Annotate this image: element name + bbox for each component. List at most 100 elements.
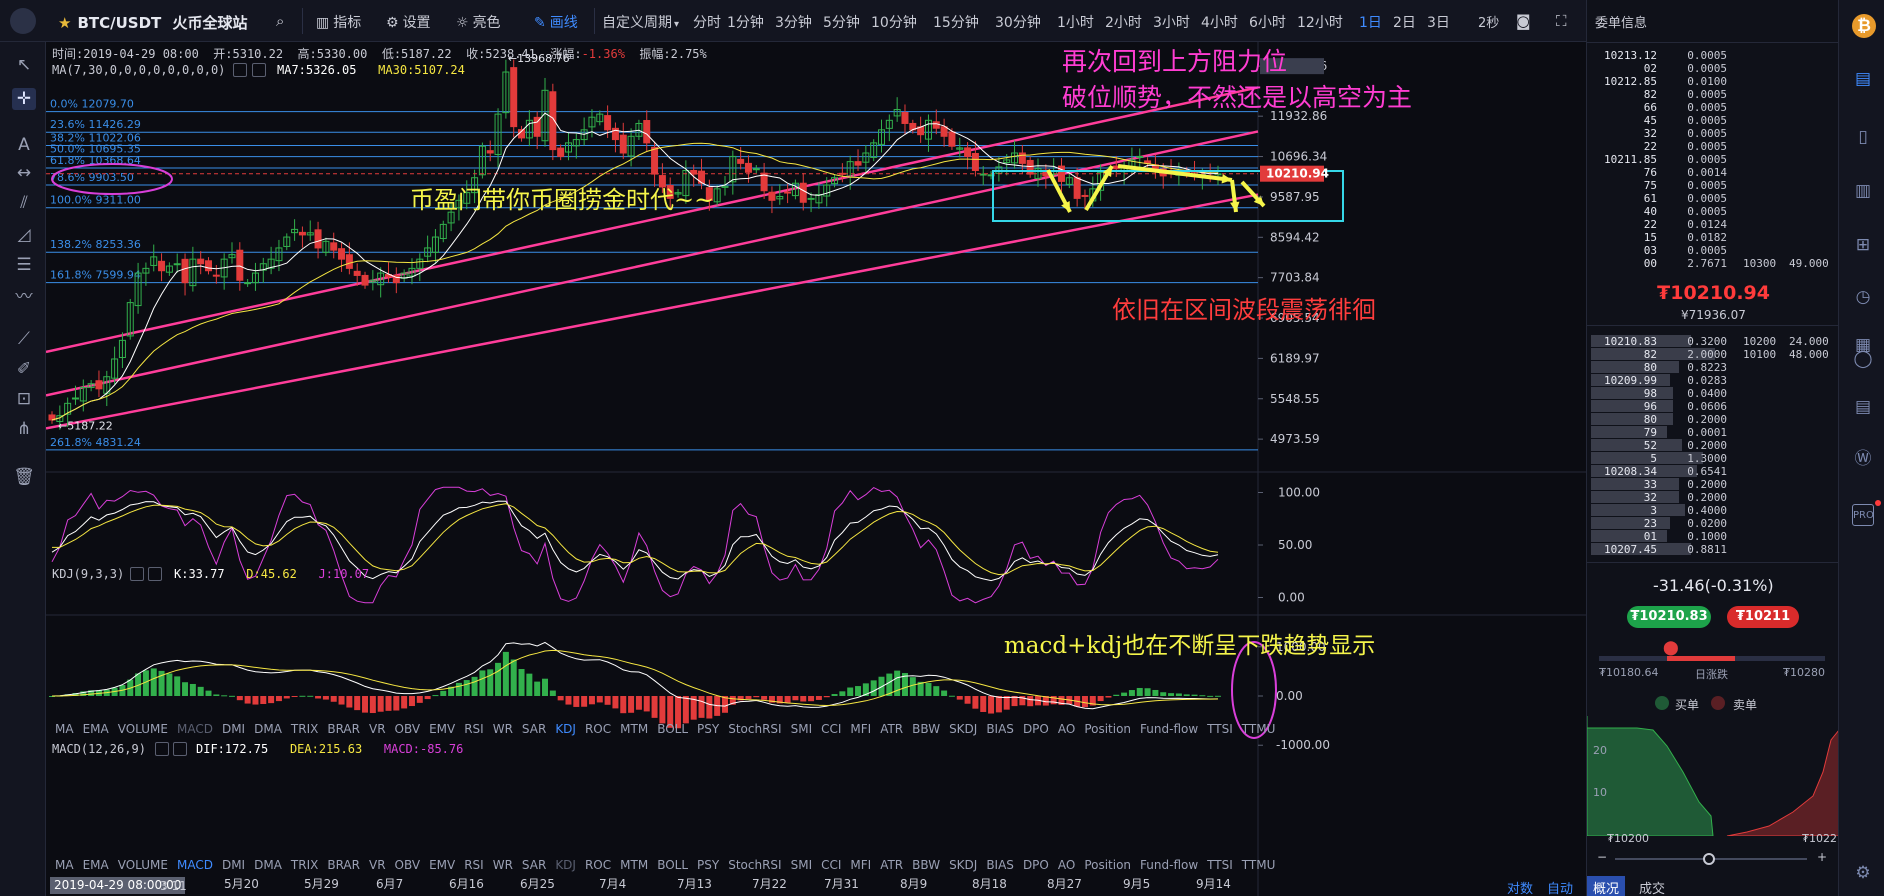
custom-period-dropdown[interactable]: 自定义周期 ▾ bbox=[602, 12, 679, 32]
sell-price-button[interactable]: ₮10211 bbox=[1727, 606, 1799, 628]
indicator-tab[interactable]: DMI bbox=[222, 722, 245, 736]
kdj-settings-box[interactable] bbox=[130, 567, 144, 581]
period-tab[interactable]: 15分钟 bbox=[933, 12, 979, 32]
indicator-tab[interactable]: DMA bbox=[254, 858, 282, 872]
indicator-tab[interactable]: KDJ bbox=[555, 858, 576, 872]
ma-settings-box[interactable] bbox=[233, 63, 247, 77]
kdj-close-box[interactable] bbox=[148, 567, 162, 581]
log-scale-button[interactable]: 对数 bbox=[1507, 878, 1533, 896]
bid-row[interactable]: 98 0.0400 bbox=[1591, 387, 1837, 400]
indicator-tab[interactable]: VR bbox=[369, 858, 386, 872]
bar-chart-icon[interactable]: ▥ bbox=[1852, 180, 1874, 202]
ask-row[interactable]: 45 0.0005 bbox=[1591, 114, 1837, 127]
macd-close-box[interactable] bbox=[173, 742, 187, 756]
indicator-tab[interactable]: AO bbox=[1058, 722, 1075, 736]
ask-row[interactable]: 10212.85 0.0100 bbox=[1591, 75, 1837, 88]
ask-row[interactable]: 22 0.0005 bbox=[1591, 140, 1837, 153]
indicator-tab[interactable]: WR bbox=[493, 858, 513, 872]
orderbook-icon[interactable]: ▤ bbox=[1852, 68, 1874, 90]
bid-row[interactable]: 10209.99 0.0283 bbox=[1591, 374, 1837, 387]
indicator-tab[interactable]: ATR bbox=[880, 722, 903, 736]
indicator-tab[interactable]: BRAR bbox=[327, 858, 360, 872]
zoom-plus-button[interactable]: + bbox=[1817, 850, 1827, 864]
clock-icon[interactable]: ◷ bbox=[1852, 286, 1874, 308]
period-tab[interactable]: 3分钟 bbox=[775, 12, 812, 32]
period-tab[interactable]: 4小时 bbox=[1201, 12, 1238, 32]
indicator-tab[interactable]: Fund-flow bbox=[1140, 858, 1198, 872]
ask-row[interactable]: 32 0.0005 bbox=[1591, 127, 1837, 140]
bid-row[interactable]: 01 0.1000 bbox=[1591, 530, 1837, 543]
buy-price-button[interactable]: ₮10210.83 bbox=[1627, 606, 1711, 628]
bid-row[interactable]: 33 0.2000 bbox=[1591, 478, 1837, 491]
period-tab[interactable]: 3小时 bbox=[1153, 12, 1190, 32]
ask-row[interactable]: 82 0.0005 bbox=[1591, 88, 1837, 101]
indicator-tab[interactable]: SAR bbox=[522, 858, 546, 872]
indicator-tab[interactable]: CCI bbox=[821, 722, 841, 736]
indicator-tab[interactable]: Fund-flow bbox=[1140, 722, 1198, 736]
ask-row[interactable]: 10213.12 0.0005 bbox=[1591, 49, 1837, 62]
bitcoin-icon[interactable]: ₿ bbox=[1852, 14, 1876, 38]
indicator-tab[interactable]: BIAS bbox=[986, 858, 1014, 872]
parallel-channel-icon[interactable]: ⫽ bbox=[12, 192, 36, 214]
ask-row[interactable]: 76 0.0014 bbox=[1591, 166, 1837, 179]
indicator-tab[interactable]: MA bbox=[55, 858, 74, 872]
indicator-tab[interactable]: TTSI bbox=[1207, 858, 1233, 872]
indicator-tab[interactable]: VR bbox=[369, 722, 386, 736]
camera-icon[interactable]: ◙ bbox=[1516, 12, 1531, 30]
bid-row[interactable]: 23 0.0200 bbox=[1591, 517, 1837, 530]
indicator-tab[interactable]: SMI bbox=[791, 858, 813, 872]
ask-row[interactable]: 15 0.0182 bbox=[1591, 231, 1837, 244]
ask-row[interactable]: 61 0.0005 bbox=[1591, 192, 1837, 205]
add-document-icon[interactable]: ⊞ bbox=[1852, 234, 1874, 256]
indicator-tab[interactable]: DMA bbox=[254, 722, 282, 736]
bid-row[interactable]: 10208.34 0.6541 bbox=[1591, 465, 1837, 478]
bid-row[interactable]: 80 0.2000 bbox=[1591, 413, 1837, 426]
period-tab[interactable]: 2小时 bbox=[1105, 12, 1142, 32]
indicator-tab[interactable]: TRIX bbox=[291, 858, 318, 872]
period-tab[interactable]: 1分钟 bbox=[727, 12, 764, 32]
indicator-tab[interactable]: VOLUME bbox=[118, 858, 168, 872]
period-tab[interactable]: 12小时 bbox=[1297, 12, 1343, 32]
crosshair-icon[interactable]: ✛ bbox=[12, 88, 36, 110]
indicator-tab[interactable]: CCI bbox=[821, 858, 841, 872]
period-tab[interactable]: 5分钟 bbox=[823, 12, 860, 32]
indicator-tab[interactable]: VOLUME bbox=[118, 722, 168, 736]
pro-icon[interactable]: PRO bbox=[1852, 504, 1874, 526]
indicator-tab[interactable]: MA bbox=[55, 722, 74, 736]
favorite-star-icon[interactable]: ★ bbox=[58, 14, 71, 32]
bid-row[interactable]: 80 0.8223 bbox=[1591, 361, 1837, 374]
indicator-tab[interactable]: RSI bbox=[464, 858, 484, 872]
magnet-icon[interactable]: ⋔ bbox=[12, 418, 36, 440]
fullscreen-icon[interactable]: ⛶ bbox=[1556, 12, 1567, 30]
triangle-tool-icon[interactable]: ◿ bbox=[12, 224, 36, 246]
ask-row[interactable]: 03 0.0005 bbox=[1591, 244, 1837, 257]
indicator-tab[interactable]: EMV bbox=[429, 722, 455, 736]
refresh-interval[interactable]: 2秒 bbox=[1478, 12, 1499, 31]
indicator-tab[interactable]: Position bbox=[1084, 858, 1131, 872]
indicator-tab[interactable]: MFI bbox=[850, 722, 871, 736]
zoom-slider-handle[interactable] bbox=[1703, 853, 1715, 865]
fib-tool-icon[interactable]: ☰ bbox=[12, 254, 36, 276]
indicator-tab[interactable]: BIAS bbox=[986, 722, 1014, 736]
wave-tool-icon[interactable]: 〰 bbox=[12, 286, 36, 308]
zoom-minus-button[interactable]: − bbox=[1597, 850, 1607, 864]
bid-row[interactable]: 32 0.2000 bbox=[1591, 491, 1837, 504]
indicator-tab[interactable]: DMI bbox=[222, 858, 245, 872]
period-tab[interactable]: 30分钟 bbox=[995, 12, 1041, 32]
indicator-tab[interactable]: ROC bbox=[585, 722, 611, 736]
indicator-tab[interactable]: MTM bbox=[620, 722, 648, 736]
settings-button[interactable]: ⚙ 设置 bbox=[386, 12, 431, 32]
brush-icon[interactable]: ✐ bbox=[12, 358, 36, 380]
indicator-tab[interactable]: BRAR bbox=[327, 722, 360, 736]
indicator-tab[interactable]: AO bbox=[1058, 858, 1075, 872]
period-tab[interactable]: 分时 bbox=[693, 12, 721, 32]
indicator-tab[interactable]: PSY bbox=[697, 858, 719, 872]
bid-row[interactable]: 96 0.0606 bbox=[1591, 400, 1837, 413]
search-icon[interactable]: ⌕ bbox=[276, 12, 284, 30]
settings-gear-icon[interactable]: ⚙ bbox=[1852, 862, 1874, 884]
indicator-tab[interactable]: WR bbox=[493, 722, 513, 736]
indicator-tab[interactable]: BOLL bbox=[657, 722, 688, 736]
indicator-tab[interactable]: MACD bbox=[177, 722, 213, 736]
notes-icon[interactable]: ▯ bbox=[1852, 126, 1874, 148]
lock-icon[interactable]: ⊡ bbox=[12, 388, 36, 410]
